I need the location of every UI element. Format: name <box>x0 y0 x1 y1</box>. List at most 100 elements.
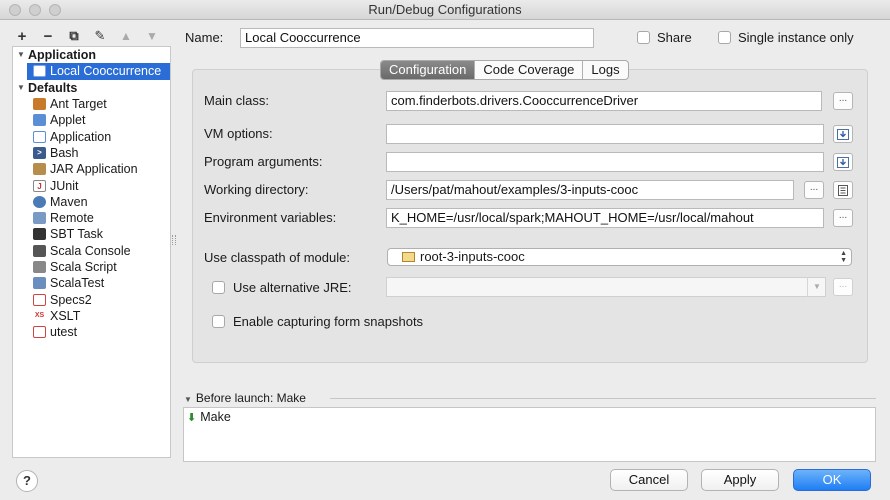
tree-item-specs2[interactable]: Specs2 <box>13 291 170 307</box>
copy-icon[interactable]: ⧉ <box>64 26 84 46</box>
title-bar: Run/Debug Configurations <box>0 0 890 20</box>
tree-item-ant-target[interactable]: Ant Target <box>13 96 170 112</box>
before-launch-header[interactable]: ▼ Before launch: Make <box>184 391 306 405</box>
bash-icon: > <box>33 146 46 159</box>
tree-item-bash[interactable]: > Bash <box>13 145 170 161</box>
tree-item-xslt[interactable]: XS XSLT <box>13 308 170 324</box>
collapse-triangle-icon[interactable]: ▼ <box>184 395 192 404</box>
tab-code-coverage[interactable]: Code Coverage <box>475 61 584 79</box>
before-launch-item-label: Make <box>200 410 231 424</box>
browse-jre-button[interactable]: ... <box>833 278 853 296</box>
tree-group-defaults[interactable]: ▼ Defaults <box>13 80 170 96</box>
tree-item-label: XSLT <box>50 308 81 323</box>
scala-console-icon <box>33 244 46 257</box>
tab-configuration[interactable]: Configuration <box>381 61 476 79</box>
expand-triangle-icon[interactable]: ▼ <box>17 80 28 96</box>
move-down-icon[interactable]: ▼ <box>142 26 162 46</box>
alternative-jre-input[interactable] <box>386 277 826 297</box>
single-instance-checkbox[interactable] <box>718 31 731 44</box>
tree-item-scalatest[interactable]: ScalaTest <box>13 275 170 291</box>
tree-item-local-cooccurrence[interactable]: Local Cooccurrence <box>27 63 170 80</box>
before-launch-item[interactable]: ⬇ Make <box>187 410 231 424</box>
classpath-module-select[interactable]: root-3-inputs-cooc ▲ ▼ <box>387 248 852 266</box>
working-directory-input[interactable]: /Users/pat/mahout/examples/3-inputs-cooc <box>386 180 794 200</box>
tree-item-label: utest <box>50 325 78 340</box>
browse-main-class-button[interactable]: ... <box>833 92 853 110</box>
name-input[interactable]: Local Cooccurrence <box>240 28 594 48</box>
select-arrows-icon: ▲ ▼ <box>840 250 847 264</box>
ant-icon <box>33 98 46 111</box>
applet-icon <box>33 114 46 127</box>
classpath-module-value: root-3-inputs-cooc <box>420 249 525 264</box>
ok-button[interactable]: OK <box>793 469 871 491</box>
junit-icon: J <box>33 179 46 192</box>
tree-item-sbt-task[interactable]: SBT Task <box>13 226 170 242</box>
jar-icon <box>33 163 46 176</box>
tree-item-label: Scala Script <box>50 260 117 274</box>
jre-dropdown-arrow-icon[interactable]: ▼ <box>807 277 826 297</box>
tree-item-remote[interactable]: Remote <box>13 210 170 226</box>
tree-item-applet[interactable]: Applet <box>13 112 170 128</box>
tree-item-scala-console[interactable]: Scala Console <box>13 243 170 259</box>
cancel-button[interactable]: Cancel <box>610 469 688 491</box>
tree-item-label: Scala Console <box>50 243 131 258</box>
share-checkbox[interactable] <box>637 31 650 44</box>
before-launch-divider <box>330 398 876 399</box>
main-class-label: Main class: <box>204 93 270 108</box>
remove-icon[interactable]: − <box>38 26 58 46</box>
tree-item-label: Ant Target <box>50 97 107 112</box>
help-button[interactable]: ? <box>16 470 38 492</box>
tree-item-junit[interactable]: J JUnit <box>13 177 170 193</box>
scala-script-icon <box>33 261 46 273</box>
utest-icon <box>33 326 46 339</box>
expand-field-icon[interactable] <box>833 153 853 171</box>
environment-variables-input[interactable]: K_HOME=/usr/local/spark;MAHOUT_HOME=/usr… <box>386 208 824 228</box>
application-icon <box>33 130 46 143</box>
before-launch-list[interactable]: ⬇ Make <box>183 407 876 462</box>
name-label: Name: <box>185 30 224 45</box>
module-folder-icon <box>402 252 415 262</box>
program-arguments-input[interactable] <box>386 152 824 172</box>
program-arguments-label: Program arguments: <box>204 154 323 169</box>
apply-button[interactable]: Apply <box>701 469 779 491</box>
single-instance-label: Single instance only <box>738 30 854 45</box>
vm-options-input[interactable] <box>386 124 824 144</box>
configuration-tree[interactable]: ▼ Application Local Cooccurrence ▼ Defau… <box>12 46 171 458</box>
splitter-handle[interactable] <box>172 235 176 245</box>
xslt-icon: XS <box>33 309 46 322</box>
tree-item-label: JAR Application <box>50 162 138 177</box>
tree-item-maven[interactable]: Maven <box>13 194 170 210</box>
main-class-input[interactable]: com.finderbots.drivers.CooccurrenceDrive… <box>386 91 822 111</box>
tree-item-utest[interactable]: utest <box>13 324 170 340</box>
scalatest-icon <box>33 277 46 290</box>
maven-icon <box>33 195 46 208</box>
expand-field-icon[interactable] <box>833 125 853 143</box>
share-label: Share <box>657 30 692 45</box>
browse-working-directory-button[interactable]: ... <box>804 181 824 199</box>
form-snapshots-checkbox[interactable] <box>212 315 225 328</box>
tree-item-label: SBT Task <box>50 227 104 242</box>
move-up-icon[interactable]: ▲ <box>116 26 136 46</box>
tree-item-jar-application[interactable]: JAR Application <box>13 161 170 177</box>
insert-macro-icon[interactable] <box>833 181 853 199</box>
tree-group-label: Defaults <box>28 80 78 95</box>
alternative-jre-checkbox[interactable] <box>212 281 225 294</box>
expand-triangle-icon[interactable]: ▼ <box>17 47 28 63</box>
specs2-icon <box>33 293 46 306</box>
tree-item-application[interactable]: Application <box>13 128 170 144</box>
tree-group-application[interactable]: ▼ Application <box>13 47 170 63</box>
tree-item-label: Applet <box>50 113 86 128</box>
application-config-icon <box>33 65 46 78</box>
edit-defaults-icon[interactable]: ✎ <box>90 26 110 46</box>
tree-item-label: Remote <box>50 211 94 226</box>
tree-item-label: JUnit <box>50 178 79 193</box>
close-window-button[interactable] <box>9 4 21 16</box>
minimize-window-button[interactable] <box>29 4 41 16</box>
working-directory-label: Working directory: <box>204 182 309 197</box>
zoom-window-button[interactable] <box>49 4 61 16</box>
tab-logs[interactable]: Logs <box>583 61 627 79</box>
before-launch-label: Before launch: Make <box>195 391 306 405</box>
add-icon[interactable]: + <box>12 26 32 46</box>
edit-environment-variables-button[interactable]: ... <box>833 209 853 227</box>
tree-item-scala-script[interactable]: Scala Script <box>13 259 170 275</box>
